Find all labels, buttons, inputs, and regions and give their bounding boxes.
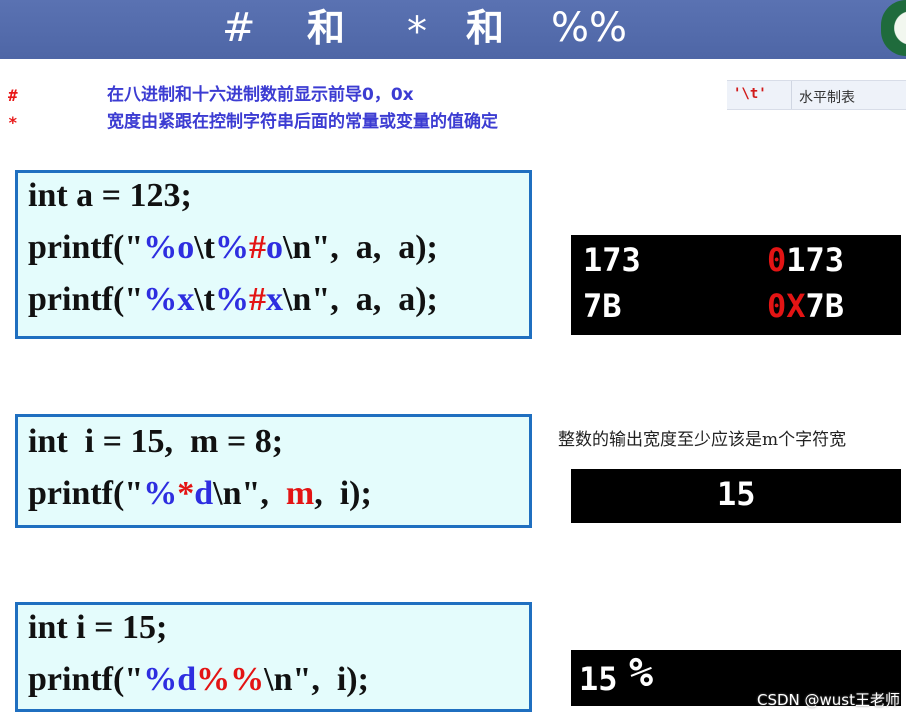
code-token: \n", a, a); (282, 229, 438, 266)
code-block-percent: int i = 15; printf("%d%%\n", i); (15, 602, 532, 712)
escape-description: 水平制表 (799, 90, 855, 106)
width-note: 整数的输出宽度至少应该是m个字符宽 (558, 430, 847, 450)
output-number: 15 (579, 660, 618, 698)
output-percent-sign: % (629, 650, 654, 696)
code-line: int i = 15, m = 8; (28, 423, 283, 461)
code-token: * (177, 475, 195, 512)
desc-star-symbol: * (8, 113, 18, 132)
code-token: %% (196, 661, 265, 698)
code-token: \n", (213, 475, 286, 512)
title-percent: %% (551, 5, 628, 51)
output-value: 173 (786, 241, 845, 279)
code-token: %d (143, 661, 197, 698)
code-token: # (248, 229, 266, 266)
code-token: \n", i); (264, 661, 369, 698)
title-and-1: 和 (307, 6, 346, 50)
desc-star-text: 宽度由紧跟在控制字符串后面的常量或变量的值确定 (107, 112, 498, 132)
code-line: printf("%o\t%#o\n", a, a); (28, 229, 438, 267)
university-logo (881, 0, 906, 56)
code-line: printf("%*d\n", m, i); (28, 475, 372, 513)
code-token: printf(" (28, 475, 144, 512)
code-token: m (285, 475, 315, 512)
output-padded: 15 (717, 475, 756, 513)
code-token: x (265, 281, 283, 318)
code-token: \t (194, 229, 215, 266)
code-token: d (194, 475, 214, 512)
code-token: printf(" (28, 661, 144, 698)
watermark: CSDN @wust王老师 (756, 691, 900, 709)
output-console-star: 15 (571, 469, 901, 523)
output-value: 7B (805, 287, 845, 325)
code-line: printf("%d%%\n", i); (28, 661, 369, 699)
code-token: , i); (314, 475, 372, 512)
code-token: % (143, 475, 178, 512)
title-and-2: 和 (466, 6, 505, 50)
output-console-hash: 173 0173 7B 0X7B (571, 235, 901, 335)
code-line: int a = 123; (28, 177, 192, 215)
output-prefix: 0 (767, 241, 787, 279)
code-token: int a = 123; (28, 177, 192, 214)
code-block-star: int i = 15, m = 8; printf("%*d\n", m, i)… (15, 414, 532, 528)
code-block-hash: int a = 123; printf("%o\t%#o\n", a, a); … (15, 170, 532, 339)
code-token: %x (143, 281, 195, 318)
output-oct: 173 (583, 241, 641, 279)
output-hex: 7B (583, 287, 622, 325)
desc-hash-text: 在八进制和十六进制数前显示前导0，0x (107, 85, 414, 105)
code-token: \n", a, a); (282, 281, 438, 318)
table-divider (791, 81, 792, 109)
code-token: o (265, 229, 283, 266)
desc-hash-symbol: # (8, 86, 18, 105)
code-token: \t (194, 281, 215, 318)
output-prefix: 0X (767, 287, 806, 325)
escape-table-row: '\t' 水平制表 (727, 80, 906, 110)
title-hash: # (222, 5, 256, 51)
code-token: int i = 15; (28, 609, 168, 646)
escape-code: '\t' (733, 86, 767, 102)
title-bar: # 和 * 和 %% (0, 0, 906, 59)
code-token: int i = 15, m = 8; (28, 423, 284, 460)
output-hex-alt: 0X7B (767, 287, 844, 325)
code-token: % (214, 229, 249, 266)
code-line: printf("%x\t%#x\n", a, a); (28, 281, 438, 319)
title-star: * (407, 9, 427, 55)
code-token: % (214, 281, 249, 318)
code-line: int i = 15; (28, 609, 167, 647)
code-token: %o (143, 229, 195, 266)
code-token: # (248, 281, 266, 318)
code-token: printf(" (28, 281, 144, 318)
output-oct-alt: 0173 (767, 241, 844, 279)
code-token: printf(" (28, 229, 144, 266)
